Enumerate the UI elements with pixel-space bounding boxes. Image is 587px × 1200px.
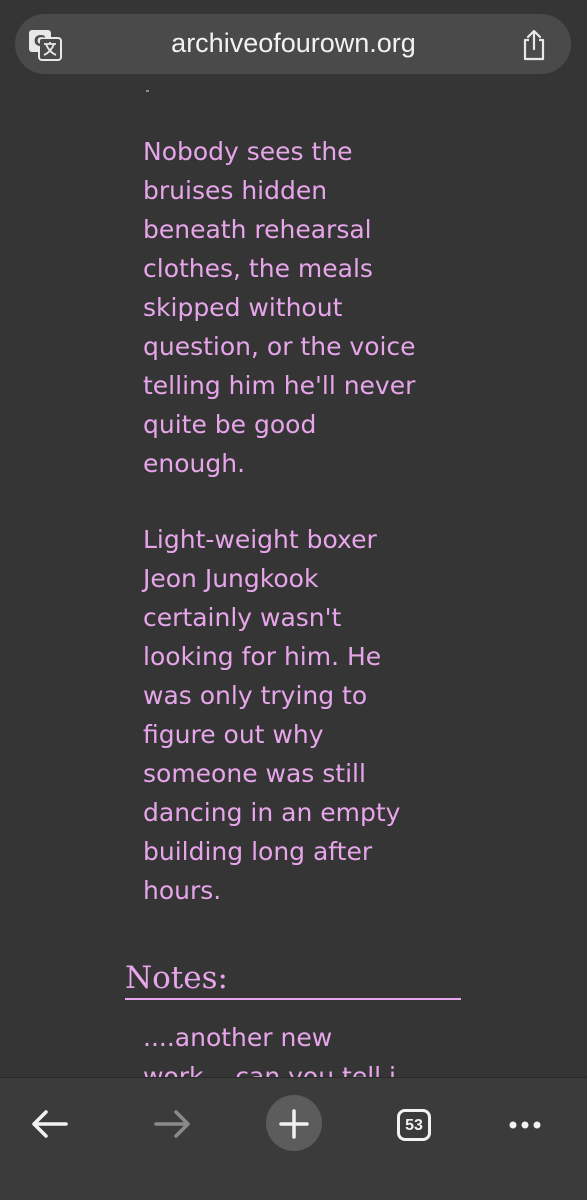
notes-heading: Notes: (125, 958, 461, 1000)
back-button[interactable] (18, 1092, 82, 1156)
browser-page: Nobody sees the bruises hidden beneath r… (0, 0, 587, 1200)
more-icon (509, 1121, 541, 1129)
tabs-icon: 53 (397, 1109, 431, 1141)
bottom-toolbar: 53 (0, 1077, 587, 1200)
summary-paragraph-1: Nobody sees the bruises hidden beneath r… (143, 137, 416, 478)
new-tab-button[interactable] (262, 1092, 326, 1156)
share-icon[interactable] (520, 29, 548, 61)
tab-count: 53 (405, 1117, 423, 1134)
summary-paragraph-2: Light-weight boxer Jeon Jungkook certain… (143, 525, 401, 905)
forward-arrow-icon (154, 1110, 190, 1138)
url-text[interactable]: archiveofourown.org (0, 26, 587, 60)
address-bar-area: G archiveofourown.org (0, 0, 587, 92)
back-arrow-icon (32, 1110, 68, 1138)
more-button[interactable] (493, 1092, 557, 1156)
tabs-button[interactable]: 53 (384, 1092, 448, 1156)
plus-icon (279, 1109, 309, 1139)
stray-mark (146, 90, 149, 92)
forward-button[interactable] (140, 1092, 204, 1156)
